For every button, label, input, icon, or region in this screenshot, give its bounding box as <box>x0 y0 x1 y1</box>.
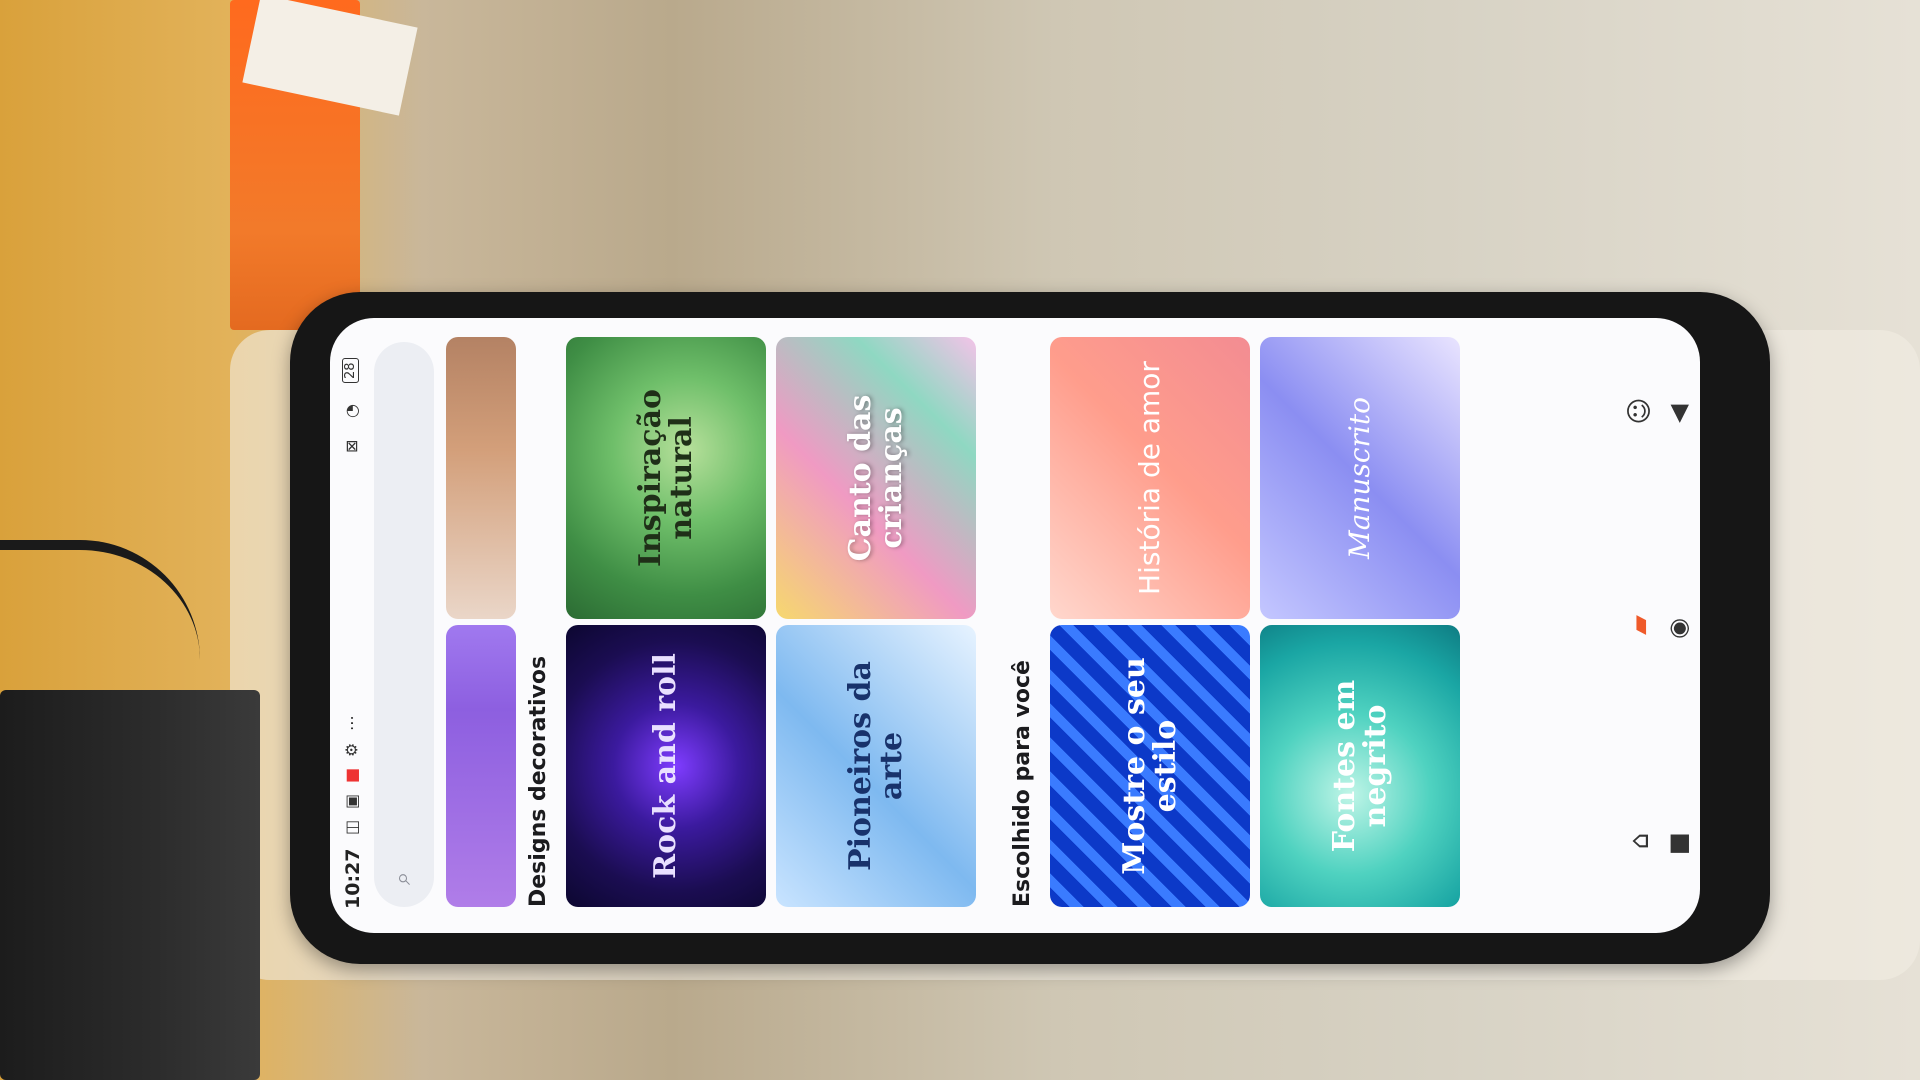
portrait-content: 10:27 ◫ ▣ ■ ⚙ ⋯ ⊠ ◔ 28 ⌕ Designs decorat… <box>330 318 1700 933</box>
battery-indicator: 28 <box>342 358 359 383</box>
card-label: Canto das crianças <box>842 394 910 562</box>
search-bar[interactable]: ⌕ <box>374 342 434 907</box>
status-bar: 10:27 ◫ ▣ ■ ⚙ ⋯ ⊠ ◔ 28 <box>330 318 374 933</box>
settings-icon: ⚙ <box>342 742 361 757</box>
card-rock-and-roll[interactable]: Rock and roll <box>566 625 766 907</box>
card-label: Inspiração natural <box>632 388 700 568</box>
search-icon: ⌕ <box>388 871 416 885</box>
card-label: Mostre o seu estilo <box>1116 657 1184 875</box>
card-manuscrito[interactable]: Manuscrito <box>1260 337 1460 619</box>
smile-icon[interactable]: ☺ <box>1618 389 1662 433</box>
sim-icon: ⊠ <box>342 439 361 453</box>
background-cable <box>0 540 200 710</box>
app-notification-icon: ■ <box>342 767 361 783</box>
card-label: Pioneiros da arte <box>842 661 910 871</box>
notification-icon: ▣ <box>342 793 361 809</box>
card-mostre-o-seu-estilo[interactable]: Mostre o seu estilo <box>1050 625 1250 907</box>
carousel-card-partial-right[interactable] <box>446 337 516 619</box>
card-canto-das-criancas[interactable]: Canto das crianças <box>776 337 976 619</box>
card-label: História de amor <box>1133 361 1167 595</box>
card-fontes-em-negrito[interactable]: Fontes em negrito <box>1260 625 1460 907</box>
section-title-decorative: Designs decorativos <box>526 655 551 907</box>
card-historia-de-amor[interactable]: História de amor <box>1050 337 1250 619</box>
more-icon: ⋯ <box>342 715 361 731</box>
recents-button[interactable]: ■ <box>1664 832 1692 855</box>
system-navigation-bar: ■ ◉ ◀ <box>1658 318 1700 933</box>
card-label: Rock and roll <box>648 653 684 879</box>
card-pioneiros-da-arte[interactable]: Pioneiros da arte <box>776 625 976 907</box>
nfc-icon: ◫ <box>342 819 361 835</box>
back-button[interactable]: ◀ <box>1664 405 1692 423</box>
home-button[interactable]: ◉ <box>1664 618 1692 639</box>
card-label: Fontes em negrito <box>1326 679 1394 853</box>
carousel-card-partial-left[interactable] <box>446 625 516 907</box>
phone-screen: 10:27 ◫ ▣ ■ ⚙ ⋯ ⊠ ◔ 28 ⌕ Designs decorat… <box>330 318 1700 933</box>
card-label: Manuscrito <box>1343 397 1377 559</box>
bookmark-icon[interactable]: ▰ <box>1618 603 1662 647</box>
wifi-icon: ◔ <box>342 404 361 418</box>
card-inspiracao-natural[interactable]: Inspiração natural <box>566 337 766 619</box>
phone: 10:27 ◫ ▣ ■ ⚙ ⋯ ⊠ ◔ 28 ⌕ Designs decorat… <box>290 292 1770 964</box>
tag-icon[interactable]: ⌂ <box>1618 819 1662 863</box>
status-time: 10:27 <box>342 848 364 909</box>
section-title-for-you: Escolhido para você <box>1010 660 1035 907</box>
background-box <box>0 690 260 1080</box>
